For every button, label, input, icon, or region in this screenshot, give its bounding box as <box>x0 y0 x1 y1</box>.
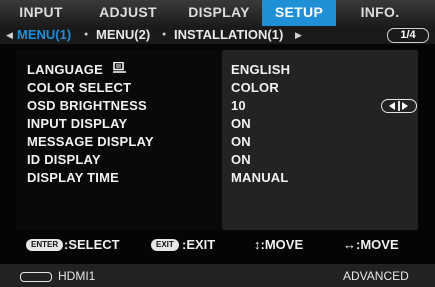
hdmi-connector-icon <box>20 272 52 282</box>
setting-label-color-select[interactable]: COLOR SELECT <box>27 80 131 96</box>
mode-label: ADVANCED <box>343 269 409 283</box>
setting-value-osd-brightness[interactable]: 10 <box>231 98 246 114</box>
submenu-separator-icon: ● <box>162 31 167 38</box>
control-divider <box>398 101 400 111</box>
move-vertical-hint: ↕:MOVE <box>254 237 304 252</box>
page-indicator: 1/4 <box>387 28 429 43</box>
key-hint-bar: ENTER :SELECT EXIT :EXIT ↕:MOVE ↔:MOVE <box>0 233 435 257</box>
setting-label-language[interactable]: LANGUAGE <box>27 62 103 78</box>
tab-info[interactable]: INFO. <box>352 0 408 26</box>
input-source-label: HDMI1 <box>58 269 96 283</box>
setting-label-display-time[interactable]: DISPLAY TIME <box>27 170 119 186</box>
language-icon <box>113 62 126 73</box>
submenu-right-arrow-icon[interactable]: ▶ <box>295 26 302 44</box>
move-horizontal-hint: ↔:MOVE <box>343 237 399 252</box>
exit-hint: :EXIT <box>182 237 216 252</box>
setting-value-message-display[interactable]: ON <box>231 134 251 150</box>
submenu-installation1[interactable]: INSTALLATION(1) <box>174 26 283 44</box>
submenu-menu1[interactable]: MENU(1) <box>17 26 71 44</box>
setting-value-language[interactable]: ENGLISH <box>231 62 290 78</box>
setting-value-input-display[interactable]: ON <box>231 116 251 132</box>
tab-adjust[interactable]: ADJUST <box>92 0 164 26</box>
osd-brightness-adjust-control[interactable] <box>381 99 417 113</box>
tab-input[interactable]: INPUT <box>14 0 68 26</box>
submenu-bar: ◀ MENU(1) ● MENU(2) ● INSTALLATION(1) ▶ … <box>0 26 435 44</box>
projector-osd-menu: INPUT ADJUST DISPLAY SETUP INFO. ◀ MENU(… <box>0 0 435 287</box>
exit-key-badge: EXIT <box>151 239 179 251</box>
tab-setup[interactable]: SETUP <box>262 0 336 26</box>
setting-value-color-select[interactable]: COLOR <box>231 80 279 96</box>
status-bar: HDMI1 ADVANCED <box>0 264 435 287</box>
setting-label-message-display[interactable]: MESSAGE DISPLAY <box>27 134 154 150</box>
decrease-arrow-icon[interactable] <box>389 102 395 110</box>
setting-label-id-display[interactable]: ID DISPLAY <box>27 152 101 168</box>
submenu-menu2[interactable]: MENU(2) <box>96 26 150 44</box>
setting-value-id-display[interactable]: ON <box>231 152 251 168</box>
enter-key-badge: ENTER <box>26 239 64 251</box>
submenu-left-arrow-icon[interactable]: ◀ <box>6 26 13 44</box>
setting-label-input-display[interactable]: INPUT DISPLAY <box>27 116 127 132</box>
increase-arrow-icon[interactable] <box>402 102 408 110</box>
tab-display[interactable]: DISPLAY <box>178 0 260 26</box>
setting-label-osd-brightness[interactable]: OSD BRIGHTNESS <box>27 98 147 114</box>
main-tab-bar: INPUT ADJUST DISPLAY SETUP INFO. <box>0 0 435 26</box>
enter-hint: :SELECT <box>64 237 120 252</box>
setting-value-display-time[interactable]: MANUAL <box>231 170 289 186</box>
submenu-separator-icon: ● <box>84 31 89 38</box>
